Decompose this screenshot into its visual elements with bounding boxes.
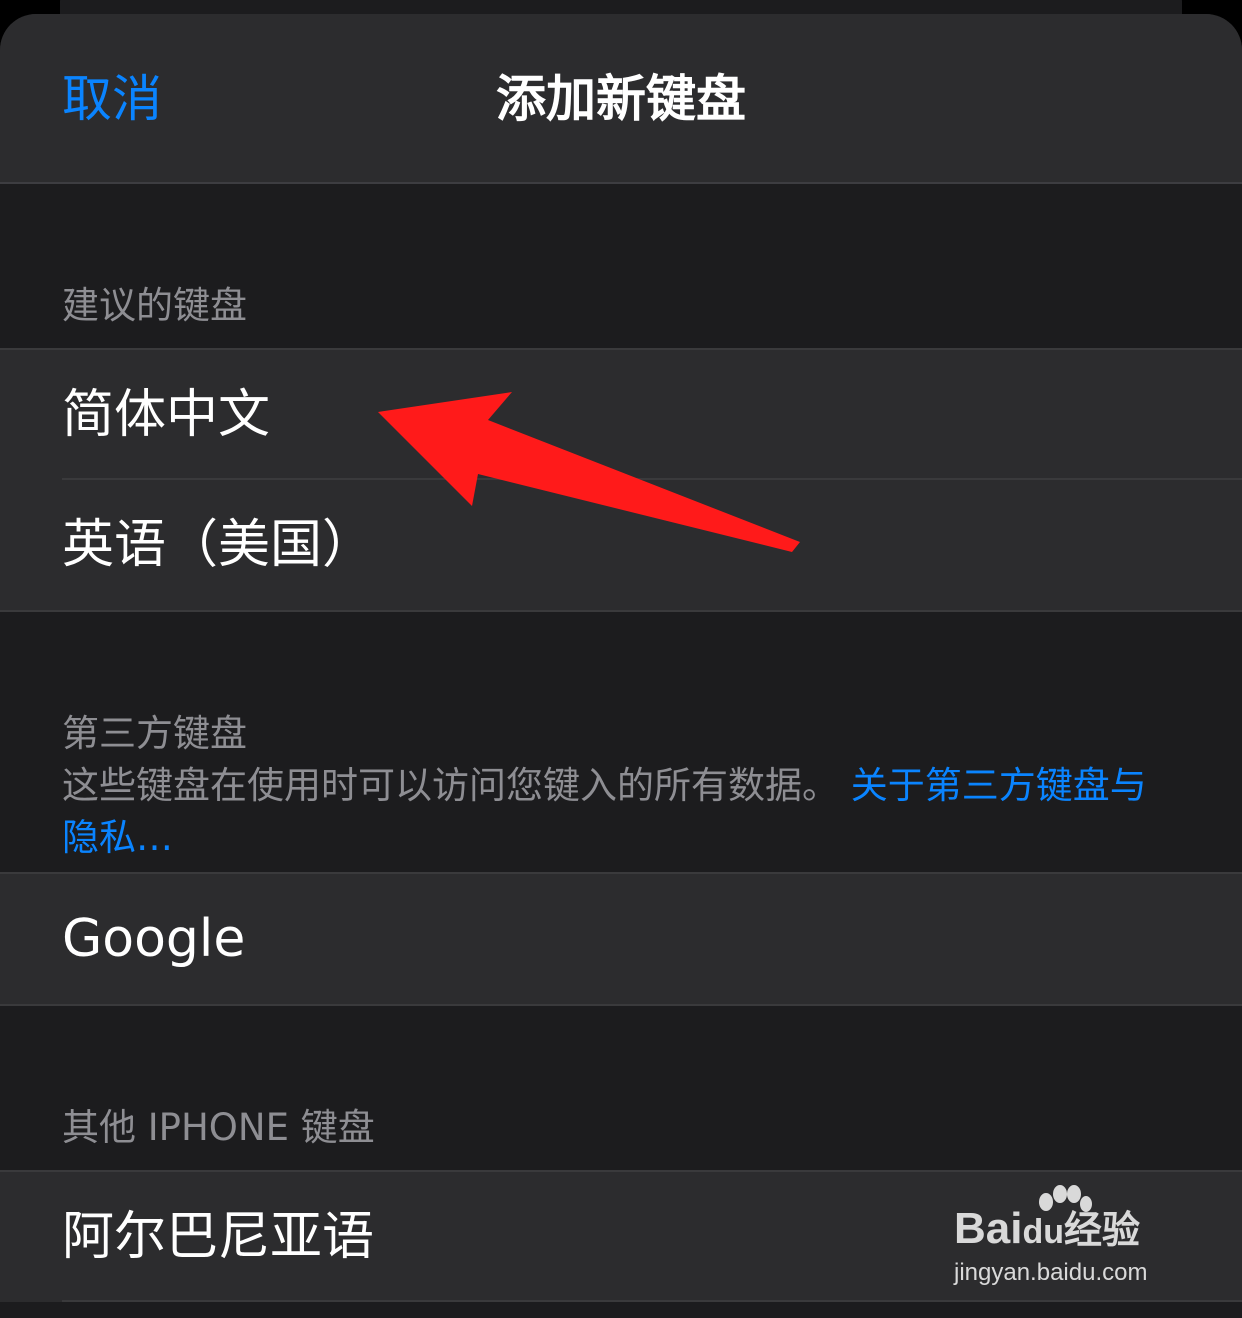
paw-icon (1039, 1185, 1092, 1212)
watermark-url: jingyan.baidu.com (954, 1259, 1148, 1286)
baidu-jingyan-watermark: Baidu经验 jingyan.baidu.com (950, 1182, 1190, 1292)
watermark-brand-pre: Bai (954, 1204, 1023, 1253)
watermark-brand-post: 经验 (1064, 1210, 1141, 1252)
annotation-arrow-icon (378, 392, 800, 552)
watermark-brand-mid: du (1022, 1213, 1065, 1251)
